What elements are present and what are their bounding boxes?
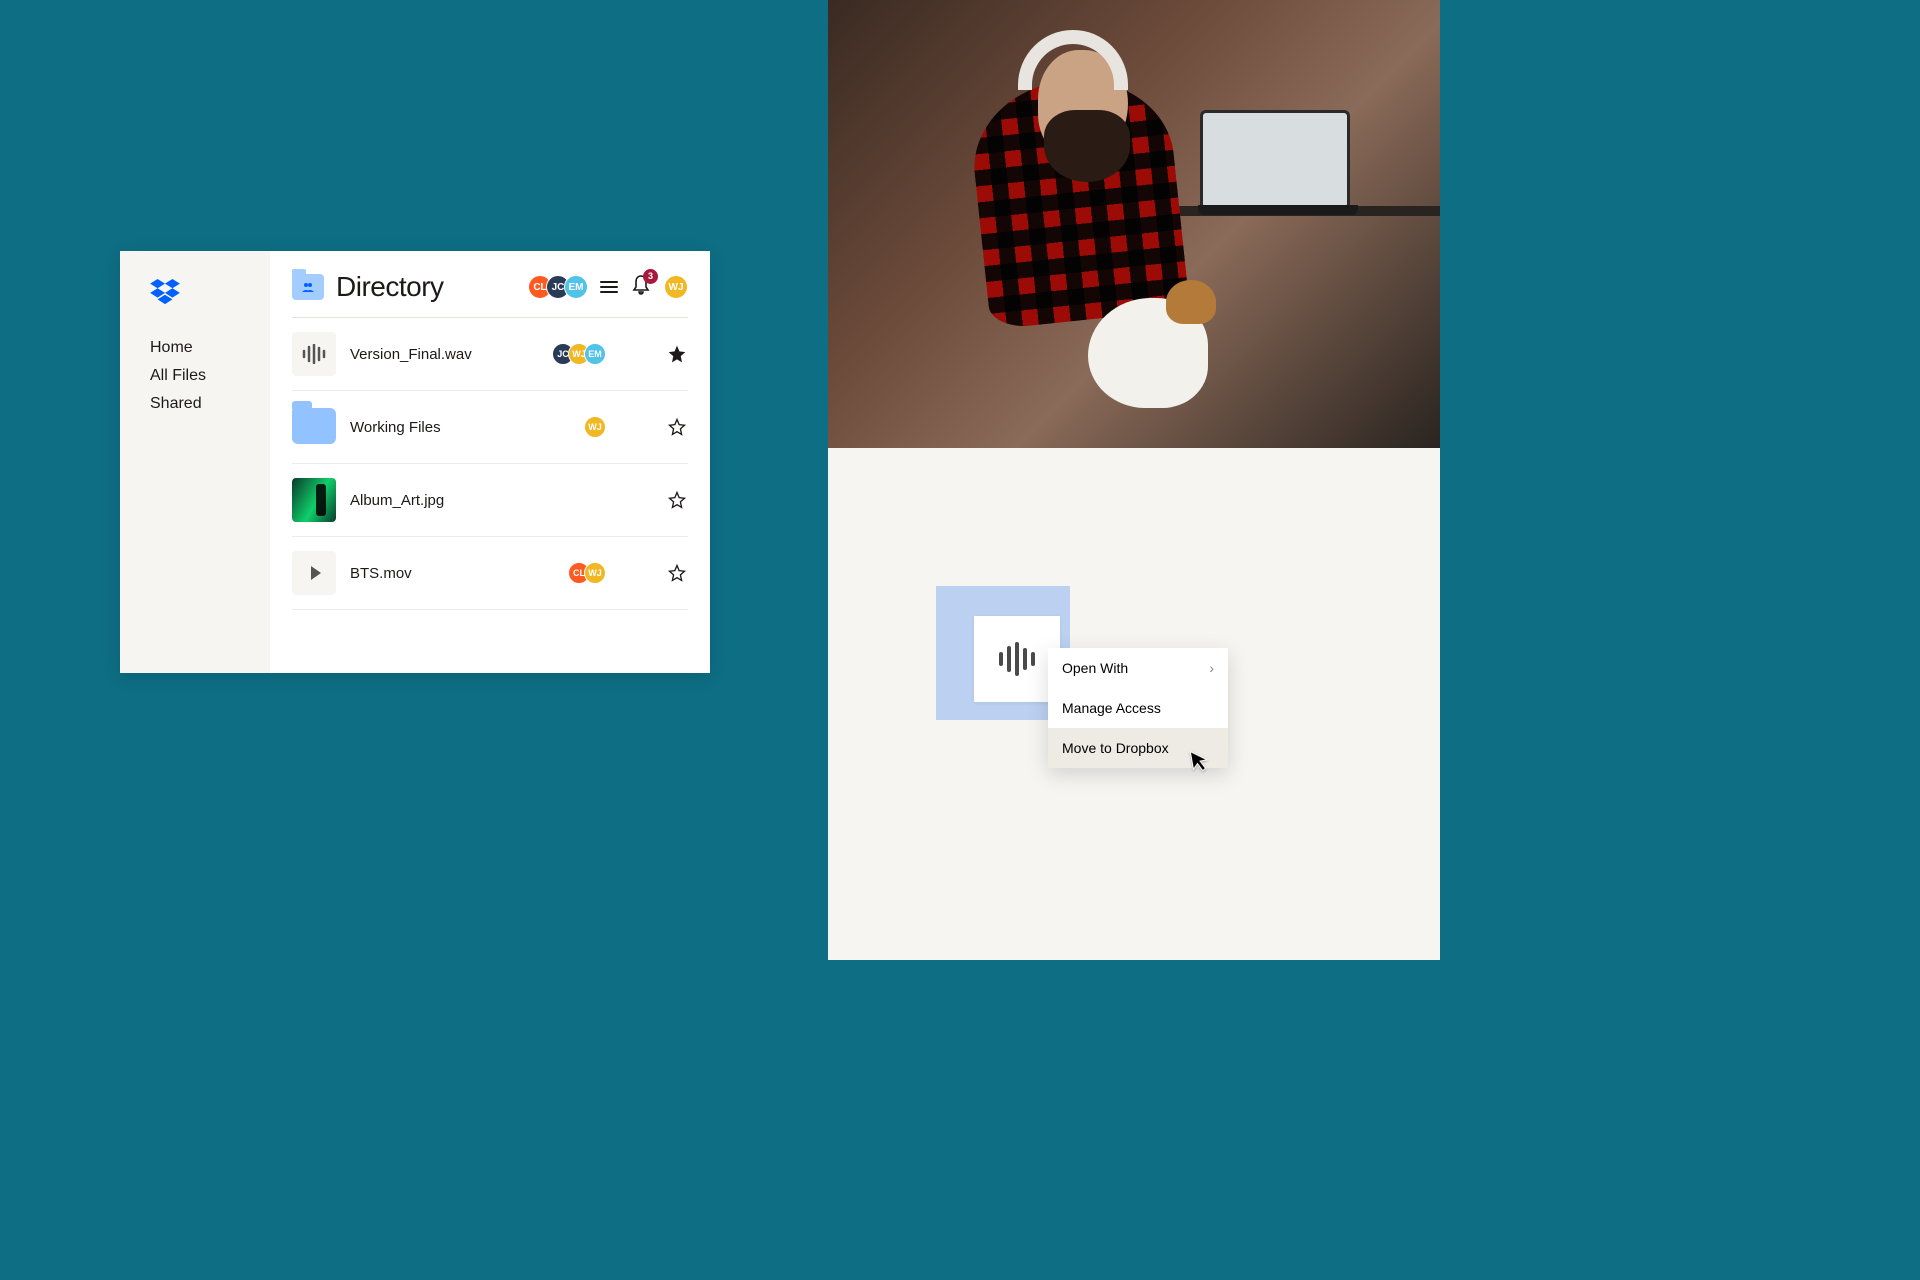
context-menu-label: Move to Dropbox [1062, 740, 1169, 756]
file-collaborators: CLWJ [568, 562, 606, 584]
context-menu-label: Manage Access [1062, 700, 1161, 716]
chevron-right-icon: › [1209, 660, 1214, 676]
file-row[interactable]: Version_Final.wavJCWJEM [292, 318, 688, 391]
star-button[interactable] [666, 416, 688, 438]
file-name: Version_Final.wav [350, 346, 552, 363]
waveform-icon [995, 642, 1039, 676]
sidebar-item-home[interactable]: Home [150, 339, 270, 357]
collaborator-avatar[interactable]: EM [584, 343, 606, 365]
context-menu-panel: Open With › Manage Access Move to Dropbox [828, 448, 1440, 960]
video-thumbnail-icon [292, 551, 336, 595]
page-header: Directory CLJCEM 3 WJ [292, 271, 688, 318]
collaborator-avatar[interactable]: EM [564, 275, 588, 299]
collaborator-avatar[interactable]: WJ [584, 416, 606, 438]
lifestyle-photo [828, 0, 1440, 448]
file-list: Version_Final.wavJCWJEMWorking FilesWJAl… [292, 318, 688, 610]
file-row[interactable]: BTS.movCLWJ [292, 537, 688, 610]
file-collaborators: WJ [584, 416, 606, 438]
image-thumbnail-icon [292, 478, 336, 522]
notification-badge: 3 [643, 269, 658, 284]
folder-thumbnail-icon [292, 408, 336, 444]
file-row[interactable]: Album_Art.jpg [292, 464, 688, 537]
audio-thumbnail-icon [292, 332, 336, 376]
file-collaborators: JCWJEM [552, 343, 606, 365]
file-name: Working Files [350, 419, 584, 436]
collaborator-avatars[interactable]: CLJCEM [528, 275, 588, 299]
context-menu-item[interactable]: Manage Access [1048, 688, 1228, 728]
list-menu-icon[interactable] [600, 281, 618, 293]
star-button[interactable] [666, 562, 688, 584]
collaborator-avatar[interactable]: WJ [584, 562, 606, 584]
file-name: Album_Art.jpg [350, 492, 606, 509]
context-menu-item[interactable]: Open With › [1048, 648, 1228, 688]
file-name: BTS.mov [350, 565, 568, 582]
notifications-button[interactable]: 3 [632, 275, 650, 300]
dropbox-logo-icon [150, 279, 180, 305]
sidebar: Home All Files Shared [120, 251, 270, 673]
star-button[interactable] [666, 489, 688, 511]
sidebar-item-all-files[interactable]: All Files [150, 367, 270, 385]
main-content: Directory CLJCEM 3 WJ Version_Final.wavJ… [270, 251, 710, 673]
user-avatar[interactable]: WJ [664, 275, 688, 299]
file-browser-window: Home All Files Shared Directory CLJCEM 3 W… [120, 251, 710, 673]
star-button[interactable] [666, 343, 688, 365]
sidebar-item-shared[interactable]: Shared [150, 395, 270, 413]
page-title: Directory [336, 271, 528, 303]
context-menu-label: Open With [1062, 660, 1128, 676]
file-row[interactable]: Working FilesWJ [292, 391, 688, 464]
shared-folder-icon [292, 274, 324, 300]
sidebar-nav: Home All Files Shared [150, 339, 270, 413]
